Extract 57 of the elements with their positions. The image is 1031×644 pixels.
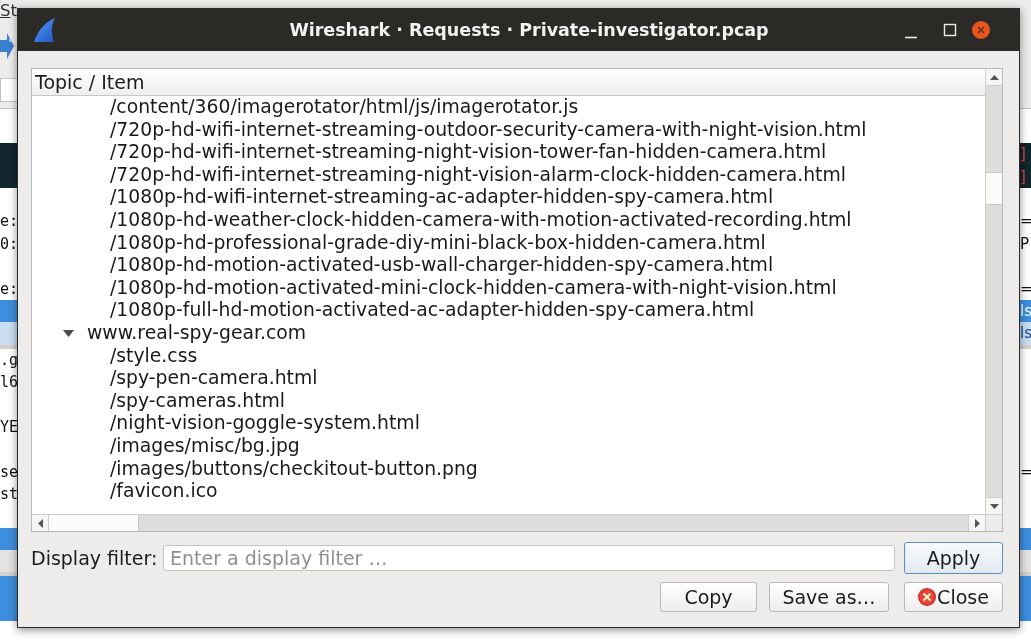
- right-arrow-icon[interactable]: [974, 518, 980, 528]
- tree-item[interactable]: /images/misc/bg.jpg: [110, 434, 300, 458]
- field-label: Display filter:: [31, 545, 159, 571]
- horizontal-scrollbar[interactable]: [32, 515, 985, 531]
- left-arrow-icon[interactable]: [37, 518, 43, 528]
- row-text: =: [1020, 278, 1031, 299]
- tree-item[interactable]: /spy-pen-camera.html: [110, 367, 318, 390]
- up-arrow-icon[interactable]: [989, 74, 999, 80]
- apply-button[interactable]: Apply: [904, 542, 1003, 574]
- tree-item[interactable]: /favicon.ico: [110, 480, 218, 503]
- tree-item[interactable]: /1080p-hd-weather-clock-hidden-camera-with-motion-activated-recording.html: [110, 208, 852, 232]
- menu-item[interactable]: St: [0, 1, 17, 21]
- tree-item[interactable]: /720p-hd-wifi-internet-streaming-night-vision-tower-fan-hidden-camera.html: [110, 141, 827, 164]
- row-text: ls: [1020, 300, 1031, 321]
- tree-item[interactable]: /style.css: [110, 344, 198, 368]
- scroll-thumb[interactable]: [986, 172, 1002, 205]
- row-text: ]: [1020, 166, 1027, 187]
- tree-item[interactable]: /1080p-hd-wifi-internet-streaming-ac-adapter-hidden-spy-camera.html: [110, 186, 774, 209]
- row-text: e:: [0, 211, 19, 232]
- dialog-button[interactable]: Copy: [660, 582, 757, 612]
- row-text: l6: [0, 372, 19, 393]
- tree-item[interactable]: /1080p-hd-motion-activated-mini-clock-hidden-camera-with-night-vision.html: [110, 276, 837, 300]
- row-text: .g: [0, 349, 19, 370]
- column-header[interactable]: Topic / Item: [32, 69, 145, 97]
- caret-icon[interactable]: [63, 329, 74, 337]
- down-arrow-icon[interactable]: [989, 503, 999, 509]
- close-icon: [918, 588, 937, 606]
- row-text: P: [1020, 233, 1031, 254]
- row-text: 0:: [0, 233, 19, 254]
- row-text: ]: [1020, 144, 1027, 165]
- tree-item[interactable]: /720p-hd-wifi-internet-streaming-night-vision-alarm-clock-hidden-camera.html: [110, 163, 846, 187]
- row-text: =: [1020, 211, 1031, 232]
- row-text: =: [1020, 461, 1031, 482]
- tree-item[interactable]: /1080p-hd-motion-activated-usb-wall-charger-hidden-spy-camera.html: [110, 254, 774, 277]
- tree-item[interactable]: /content/360/imagerotator/html/js/imagerotator.js: [110, 96, 579, 119]
- row-text: e:: [0, 278, 19, 299]
- shark-fin-icon: [33, 18, 55, 42]
- scroll-thumb[interactable]: [49, 515, 139, 531]
- tree-item[interactable]: /spy-cameras.html: [110, 389, 286, 413]
- tree-item[interactable]: /1080p-full-hd-motion-activated-ac-adapter-hidden-spy-camera.html: [110, 299, 755, 322]
- window-title: Wireshark · Requests · Private-investigator.pcap: [288, 18, 770, 42]
- row-text: YE: [0, 416, 19, 437]
- row-text: st: [0, 484, 19, 505]
- arrow-icon[interactable]: [0, 33, 14, 59]
- row-text: se: [0, 461, 19, 482]
- display-filter-field[interactable]: Enter a display filter …: [163, 545, 895, 571]
- tree-item[interactable]: www.real-spy-gear.com: [87, 321, 307, 345]
- tree-item[interactable]: /night-vision-goggle-system.html: [110, 412, 420, 435]
- dialog-button[interactable]: Close: [904, 582, 1003, 612]
- dialog-button[interactable]: Save as…: [769, 582, 889, 612]
- row-text: ls: [1020, 323, 1031, 344]
- vertical-scrollbar[interactable]: [985, 69, 1002, 514]
- tree-item[interactable]: /720p-hd-wifi-internet-streaming-outdoor-security-camera-with-night-vision.html: [110, 118, 867, 142]
- tree-item[interactable]: /1080p-hd-professional-grade-diy-mini-black-box-hidden-camera.html: [110, 231, 766, 255]
- maximize-icon[interactable]: [943, 23, 957, 37]
- tree-item[interactable]: /images/buttons/checkitout-button.png: [110, 457, 478, 481]
- close-icon[interactable]: [972, 21, 990, 39]
